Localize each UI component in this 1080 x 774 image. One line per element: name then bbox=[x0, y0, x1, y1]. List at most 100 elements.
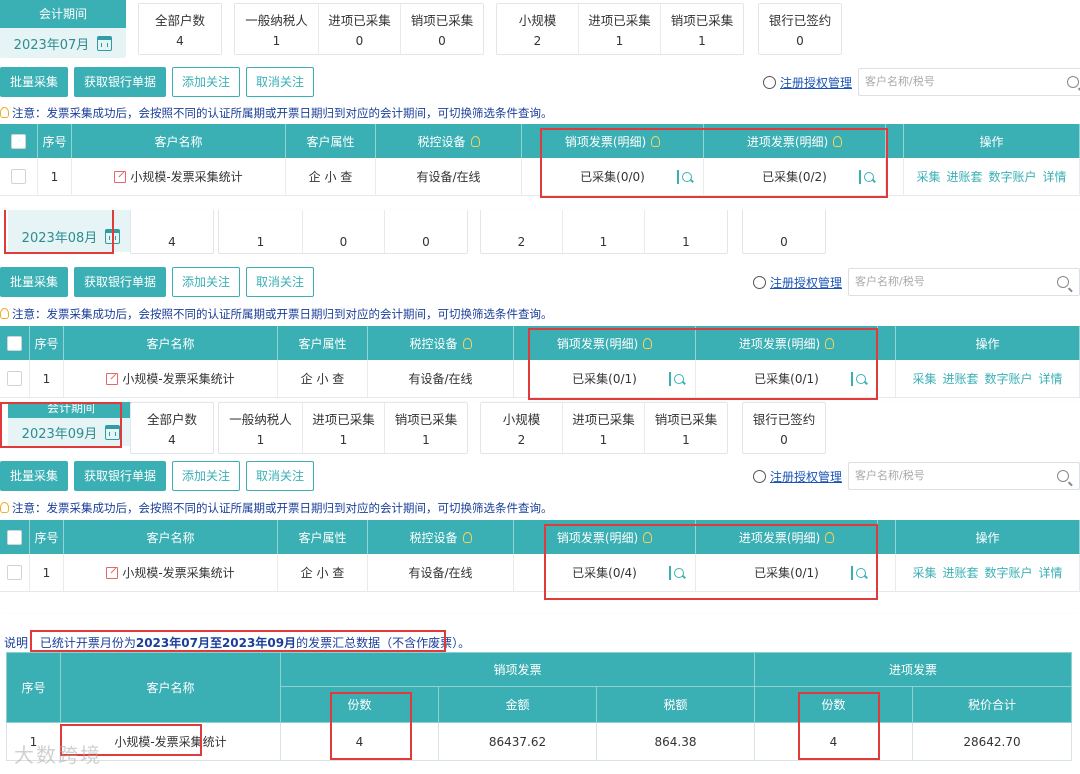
period-selector[interactable]: 会计期间 2023年09月 bbox=[8, 402, 134, 446]
fetch-bank-button[interactable]: 获取银行单据 bbox=[74, 267, 167, 297]
stat-small[interactable]: 小规模 2 bbox=[497, 4, 579, 54]
search-input[interactable]: 客户名称/税号 bbox=[848, 462, 1080, 490]
op-collect[interactable]: 采集 bbox=[912, 370, 936, 387]
bulb-icon bbox=[825, 337, 835, 349]
detail-search-icon[interactable] bbox=[677, 170, 692, 184]
stat-all[interactable]: 全部户数 4 bbox=[139, 4, 221, 54]
detail-search-icon[interactable] bbox=[851, 372, 866, 386]
period-panel-september: 会计期间 2023年09月 全部户数 4 一般纳税人 1 进项已采集 1 销项已采集… bbox=[0, 402, 1080, 614]
op-detail[interactable]: 详情 bbox=[1043, 168, 1067, 185]
select-all-checkbox[interactable] bbox=[11, 133, 26, 149]
op-ledger[interactable]: 进账套 bbox=[946, 168, 982, 185]
bulb-icon bbox=[651, 135, 661, 147]
search-icon[interactable] bbox=[1057, 470, 1069, 482]
table-row: 1 小规模-发票采集统计 企 小 查 有设备/在线 已采集(0/4) 已采集(0… bbox=[0, 554, 1080, 592]
row-checkbox[interactable] bbox=[7, 371, 22, 386]
bulb-icon bbox=[0, 502, 9, 513]
purchase-status[interactable]: 已采集(0/1) bbox=[754, 564, 819, 581]
detail-search-icon[interactable] bbox=[669, 566, 684, 580]
row-checkbox[interactable] bbox=[11, 169, 26, 184]
op-detail[interactable]: 详情 bbox=[1039, 564, 1063, 581]
op-ledger[interactable]: 进账套 bbox=[942, 370, 978, 387]
customer-name[interactable]: 小规模-发票采集统计 bbox=[122, 370, 234, 387]
unfollow-button[interactable]: 取消关注 bbox=[246, 67, 315, 97]
stat-all[interactable]: 全部户数 4 bbox=[131, 403, 213, 453]
bulb-icon bbox=[643, 337, 653, 349]
batch-collect-button[interactable]: 批量采集 bbox=[0, 461, 69, 491]
summary-table: 序号 客户名称 销项发票 进项发票 份数 金额 税额 份数 税价合计 1 小规模… bbox=[6, 652, 1072, 761]
period-date: 2023年09月 bbox=[21, 426, 98, 442]
follow-button[interactable]: 添加关注 bbox=[172, 267, 241, 297]
search-icon[interactable] bbox=[1057, 276, 1069, 288]
detail-search-icon[interactable] bbox=[851, 566, 866, 580]
stat-all[interactable]: 4 bbox=[131, 210, 213, 253]
op-collect[interactable]: 采集 bbox=[912, 564, 936, 581]
purchase-status[interactable]: 已采集(0/1) bbox=[754, 370, 819, 387]
select-all-checkbox[interactable] bbox=[7, 529, 22, 545]
fetch-bank-button[interactable]: 获取银行单据 bbox=[74, 67, 167, 97]
sales-status[interactable]: 已采集(0/1) bbox=[572, 370, 637, 387]
op-digital-account[interactable]: 数字账户 bbox=[989, 168, 1037, 185]
period-selector[interactable]: 2023年08月 bbox=[8, 210, 134, 252]
bulb-icon bbox=[0, 308, 9, 319]
bulb-icon bbox=[833, 135, 843, 147]
follow-button[interactable]: 添加关注 bbox=[172, 67, 241, 97]
register-auth-link[interactable]: 注册授权管理 bbox=[780, 74, 852, 91]
stat-small-purchase[interactable]: 进项已采集 1 bbox=[579, 4, 661, 54]
op-digital-account[interactable]: 数字账户 bbox=[985, 370, 1033, 387]
user-icon bbox=[762, 75, 776, 89]
stat-group-bank: 0 bbox=[742, 210, 826, 254]
period-date: 2023年08月 bbox=[21, 230, 98, 246]
register-auth-link[interactable]: 注册授权管理 bbox=[770, 274, 842, 291]
unfollow-button[interactable]: 取消关注 bbox=[246, 267, 315, 297]
sales-status[interactable]: 已采集(0/0) bbox=[580, 168, 645, 185]
table-header: 序号 客户名称 客户属性 税控设备 销项发票(明细) 进项发票(明细) 操作 bbox=[0, 124, 1080, 158]
stat-general[interactable]: 一般纳税人 1 bbox=[235, 4, 319, 54]
op-digital-account[interactable]: 数字账户 bbox=[985, 564, 1033, 581]
stat-general-sales[interactable]: 销项已采集 0 bbox=[401, 4, 483, 54]
stats-bar: 会计期间 2023年09月 全部户数 4 一般纳税人 1 进项已采集 1 销项已采集… bbox=[0, 402, 1080, 466]
notice-text: 注意：发票采集成功后，会按照不同的认证所属期或开票日期归到对应的会计期间，可切换… bbox=[0, 103, 553, 123]
stat-small-sales[interactable]: 销项已采集 1 bbox=[661, 4, 743, 54]
detail-search-icon[interactable] bbox=[859, 170, 874, 184]
table-row: 1 小规模-发票采集统计 4 86437.62 864.38 4 28642.7… bbox=[6, 722, 1072, 761]
watermark: 大数跨境 bbox=[14, 743, 102, 767]
row-checkbox[interactable] bbox=[7, 565, 22, 580]
customer-name[interactable]: 小规模-发票采集统计 bbox=[130, 168, 242, 185]
op-detail[interactable]: 详情 bbox=[1039, 370, 1063, 387]
follow-button[interactable]: 添加关注 bbox=[172, 461, 241, 491]
edit-icon[interactable] bbox=[106, 566, 119, 579]
search-input[interactable]: 客户名称/税号 bbox=[848, 268, 1080, 296]
notice-text: 注意：发票采集成功后，会按照不同的认证所属期或开票日期归到对应的会计期间，可切换… bbox=[0, 498, 553, 518]
stat-group-bank: 银行已签约 0 bbox=[758, 3, 842, 55]
calendar-icon[interactable] bbox=[105, 424, 121, 440]
batch-collect-button[interactable]: 批量采集 bbox=[0, 267, 69, 297]
period-selector[interactable]: 会计期间 2023年07月 bbox=[0, 0, 126, 58]
calendar-icon[interactable] bbox=[97, 35, 113, 51]
sales-status[interactable]: 已采集(0/4) bbox=[572, 564, 637, 581]
summary-panel: 说明 已统计开票月份为2023年07月至2023年09月的发票汇总数据（不含作废… bbox=[0, 614, 1080, 774]
detail-search-icon[interactable] bbox=[669, 372, 684, 386]
unfollow-button[interactable]: 取消关注 bbox=[246, 461, 315, 491]
calendar-icon[interactable] bbox=[105, 228, 121, 244]
fetch-bank-button[interactable]: 获取银行单据 bbox=[74, 461, 167, 491]
period-label: 会计期间 bbox=[8, 402, 134, 418]
op-ledger[interactable]: 进账套 bbox=[942, 564, 978, 581]
stat-bank[interactable]: 银行已签约 0 bbox=[759, 4, 841, 54]
period-label: 会计期间 bbox=[0, 0, 126, 28]
op-collect[interactable]: 采集 bbox=[916, 168, 940, 185]
period-date: 2023年07月 bbox=[13, 37, 90, 53]
select-all-checkbox[interactable] bbox=[7, 335, 22, 351]
customer-name[interactable]: 小规模-发票采集统计 bbox=[122, 564, 234, 581]
search-icon[interactable] bbox=[1067, 76, 1079, 88]
stat-general-purchase[interactable]: 进项已采集 0 bbox=[319, 4, 401, 54]
customer-table: 序号 客户名称 客户属性 税控设备 销项发票(明细) 进项发票(明细) 操作 1… bbox=[0, 326, 1080, 398]
bulb-icon bbox=[0, 107, 9, 118]
batch-collect-button[interactable]: 批量采集 bbox=[0, 67, 69, 97]
register-auth-link[interactable]: 注册授权管理 bbox=[770, 468, 842, 485]
purchase-status[interactable]: 已采集(0/2) bbox=[762, 168, 827, 185]
edit-icon[interactable] bbox=[106, 372, 119, 385]
stat-group-small: 小规模 2 进项已采集 1 销项已采集 1 bbox=[496, 3, 744, 55]
edit-icon[interactable] bbox=[114, 170, 127, 183]
search-input[interactable]: 客户名称/税号 bbox=[858, 68, 1080, 96]
